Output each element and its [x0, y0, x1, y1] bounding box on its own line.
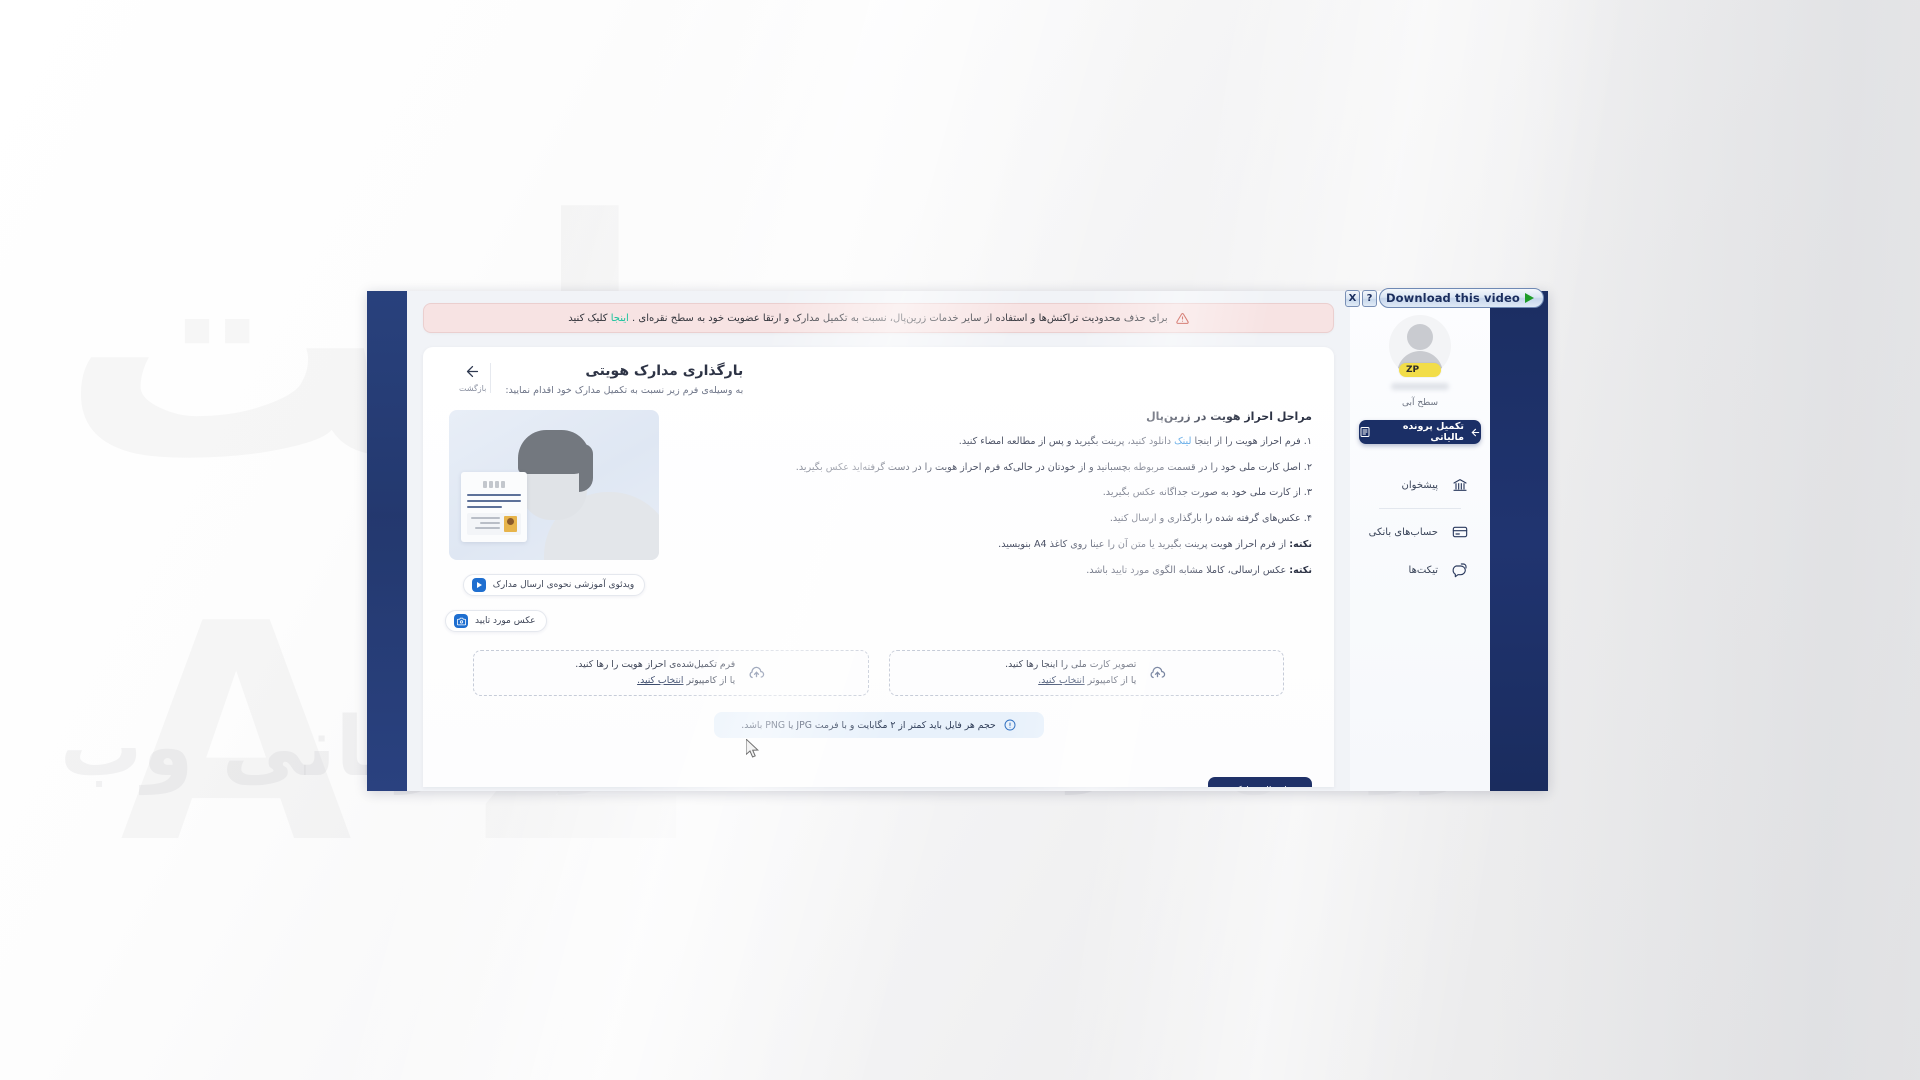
dropzone-identity-form-text: فرم تکمیل‌شده‌ی احراز هویت را رها کنید. … — [575, 657, 735, 689]
note-item-2: نکته: عکس ارسالی، کاملا مشابه الگوی مورد… — [681, 562, 1312, 580]
page-surface: ZP سطح آبی تکمیل پرونده مالیاتی پیشخوان … — [407, 291, 1490, 791]
alert-text-after: کلیک کنید — [568, 312, 611, 324]
header-texts: بارگذاری مدارک هویتی به وسیله‌ی فرم زیر … — [505, 363, 743, 396]
arrow-left-icon — [464, 363, 481, 380]
note-item-1: نکته: از فرم احراز هویت پرینت بگیرید یا … — [681, 536, 1312, 554]
upload-dropzones: تصویر کارت ملی را اینجا رها کنید. یا از … — [445, 650, 1312, 696]
card-header: بارگذاری مدارک هویتی به وسیله‌ی فرم زیر … — [445, 363, 1312, 406]
note-2-label: نکته: — [1289, 564, 1312, 576]
dropzone-national-card-text: تصویر کارت ملی را اینجا رها کنید. یا از … — [1005, 657, 1136, 689]
page-title: بارگذاری مدارک هویتی — [585, 363, 744, 379]
download-widget-close-button[interactable]: X — [1345, 289, 1360, 307]
alert-message: برای حذف محدودیت تراکنش‌ها و استفاده از … — [568, 313, 1167, 324]
note-2-text: عکس ارسالی، کاملا مشابه الگوی مورد تایید… — [1086, 564, 1290, 576]
file-size-info-note: حجم هر فایل باید کمتر از ۲ مگابایت و با … — [713, 712, 1044, 738]
step-item-3: ۳. از کارت ملی خود به صورت جداگانه عکس ب… — [1102, 487, 1312, 499]
file-size-info-text: حجم هر فایل باید کمتر از ۲ مگابایت و با … — [741, 719, 996, 731]
sidebar-item-dashboard-label: پیشخوان — [1401, 479, 1438, 491]
document-dots — [467, 481, 521, 488]
cloud-upload-icon — [1148, 664, 1167, 683]
document-line — [467, 500, 521, 502]
note-1-text: از فرم احراز هویت پرینت بگیرید یا متن آن… — [998, 538, 1290, 550]
sidebar-item-bank-accounts[interactable]: حساب‌های بانکی — [1350, 513, 1490, 551]
illustration-document — [461, 472, 527, 542]
id-card-lines — [471, 516, 500, 532]
tax-file-icon — [1359, 426, 1371, 438]
browser-window: ZP سطح آبی تکمیل پرونده مالیاتی پیشخوان … — [367, 291, 1548, 791]
warning-triangle-icon — [1176, 312, 1189, 325]
main-content: برای حذف محدودیت تراکنش‌ها و استفاده از … — [407, 291, 1350, 791]
identity-upload-card: بارگذاری مدارک هویتی به وسیله‌ی فرم زیر … — [423, 347, 1334, 787]
step-1-after: دانلود کنید، پرینت بگیرید و پس از مطالعه… — [958, 436, 1175, 447]
play-icon — [471, 578, 486, 592]
alert-text-before: برای حذف محدودیت تراکنش‌ها و استفاده از … — [628, 312, 1168, 324]
dropzone-identity-form[interactable]: فرم تکمیل‌شده‌ی احراز هویت را رها کنید. … — [473, 650, 869, 696]
illustration-id-card — [467, 513, 521, 535]
back-button[interactable]: بازگشت — [445, 363, 492, 393]
steps-column: مراحل احراز هویت در زرین‌پال ۱. فرم احرا… — [681, 410, 1312, 632]
illustration-hair — [518, 430, 593, 492]
identity-illustration — [449, 410, 659, 560]
dropzone-1-line1: تصویر کارت ملی را اینجا رها کنید. — [1005, 659, 1137, 671]
tutorial-video-button[interactable]: ویدئوی آموزشی نحوه‌ی ارسال مدارک — [462, 574, 646, 596]
step-item-1: ۱. فرم احراز هویت را از اینجا لینک دانلو… — [681, 433, 1312, 451]
account-badge: ZP — [1398, 363, 1442, 377]
chrome-right-strip — [1490, 291, 1548, 791]
sidebar-item-bank-accounts-label: حساب‌های بانکی — [1368, 526, 1438, 538]
cloud-upload-icon — [747, 664, 766, 683]
illustration-column: ویدئوی آموزشی نحوه‌ی ارسال مدارک عکس مور… — [445, 410, 663, 632]
back-button-label: بازگشت — [459, 384, 487, 393]
info-circle-icon — [1004, 719, 1016, 731]
id-card-photo — [504, 516, 517, 532]
credit-card-icon — [1452, 524, 1468, 540]
step-item-2: ۲. اصل کارت ملی خود را در قسمت مربوطه بچ… — [795, 461, 1312, 473]
card-body: مراحل احراز هویت در زرین‌پال ۱. فرم احرا… — [445, 410, 1312, 632]
submit-documents-button[interactable]: ارسال مدارک — [1208, 777, 1312, 787]
dropzone-2-line2-prefix: یا از کامپیوتر — [683, 675, 736, 686]
note-1-label: نکته: — [1289, 538, 1312, 550]
sidebar-nav: پیشخوان حساب‌های بانکی — [1350, 466, 1490, 589]
step-1-link[interactable]: لینک — [1174, 436, 1191, 447]
document-line — [467, 506, 502, 508]
sidebar-item-tickets-label: تیکت‌ها — [1408, 564, 1438, 576]
sidebar-item-tickets[interactable]: تیکت‌ها — [1350, 551, 1490, 589]
membership-level-label: سطح آبی — [1401, 398, 1439, 408]
upgrade-alert-banner[interactable]: برای حذف محدودیت تراکنش‌ها و استفاده از … — [423, 303, 1334, 333]
dropzone-1-browse-link[interactable]: انتخاب کنید. — [1038, 675, 1084, 686]
dropzone-1-line2-prefix: یا از کامپیوتر — [1084, 675, 1137, 686]
chrome-left-strip — [367, 291, 407, 791]
approved-photo-label: عکس مورد تایید — [475, 616, 536, 626]
tutorial-video-label: ویدئوی آموزشی نحوه‌ی ارسال مدارک — [492, 580, 635, 590]
dropzone-national-card[interactable]: تصویر کارت ملی را اینجا رها کنید. یا از … — [888, 650, 1284, 696]
download-video-widget: Download this video ? X — [1345, 288, 1544, 308]
alert-here-link[interactable]: اینجا — [611, 313, 629, 324]
step-item-4: ۴. عکس‌های گرفته شده را بارگذاری و ارسال… — [1109, 513, 1312, 525]
download-video-label: Download this video — [1386, 291, 1520, 305]
download-this-video-button[interactable]: Download this video — [1379, 288, 1544, 308]
bank-icon — [1452, 477, 1468, 493]
page-subtitle: به وسیله‌ی فرم زیر نسبت به تکمیل مدارک خ… — [505, 385, 744, 396]
complete-tax-file-label: تکمیل پرونده مالیاتی — [1402, 421, 1464, 443]
dropzone-2-browse-link[interactable]: انتخاب کنید. — [637, 675, 683, 686]
account-name-redacted — [1391, 383, 1449, 390]
arrow-left-icon — [1470, 427, 1481, 438]
approved-photo-button[interactable]: عکس مورد تایید — [445, 610, 547, 632]
play-triangle-icon — [1524, 293, 1534, 303]
sidebar: ZP سطح آبی تکمیل پرونده مالیاتی پیشخوان … — [1350, 291, 1490, 791]
sidebar-item-dashboard[interactable]: پیشخوان — [1350, 466, 1490, 504]
avatar-head-shape — [1407, 324, 1433, 350]
download-widget-help-button[interactable]: ? — [1362, 289, 1377, 307]
complete-tax-file-button[interactable]: تکمیل پرونده مالیاتی — [1359, 420, 1481, 444]
sidebar-divider — [1379, 508, 1461, 509]
steps-title: مراحل احراز هویت در زرین‌پال — [1146, 410, 1312, 423]
chat-bubbles-icon — [1452, 562, 1468, 578]
camera-icon — [454, 614, 468, 628]
step-1-before: ۱. فرم احراز هویت را از اینجا — [1191, 436, 1312, 447]
dropzone-2-line1: فرم تکمیل‌شده‌ی احراز هویت را رها کنید. — [575, 659, 736, 671]
document-line — [467, 494, 521, 496]
